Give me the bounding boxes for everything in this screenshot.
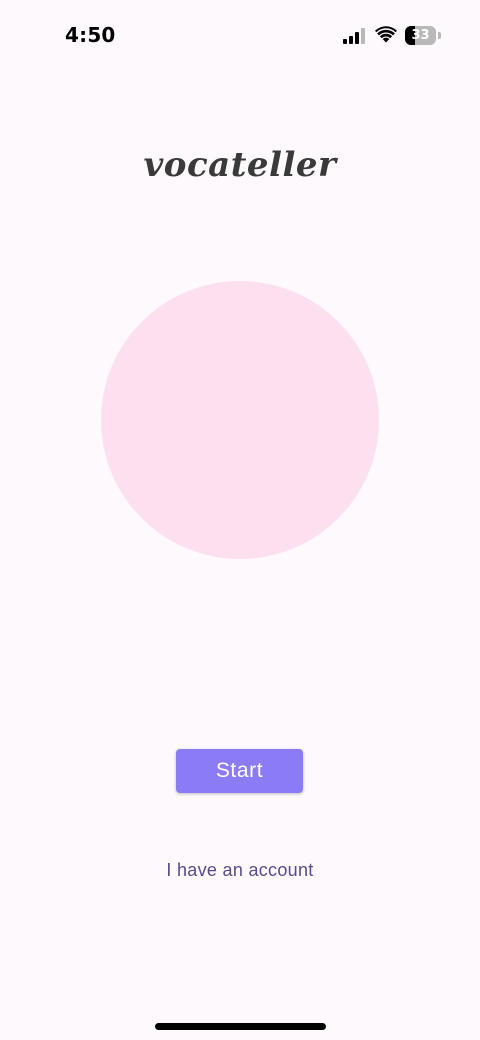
status-time: 4:50 — [65, 23, 116, 47]
wifi-icon — [375, 26, 397, 43]
have-account-link[interactable]: I have an account — [0, 860, 480, 881]
start-button[interactable]: Start — [176, 749, 303, 793]
battery-cap — [438, 32, 441, 39]
app-title: vocateller — [143, 145, 337, 185]
status-bar: 4:50 33 — [0, 0, 480, 60]
hero-circle — [101, 281, 379, 559]
signal-icon — [343, 28, 365, 44]
battery-icon: 33 — [405, 26, 442, 45]
battery-body: 33 — [405, 26, 436, 45]
home-indicator[interactable] — [155, 1023, 326, 1030]
battery-level-text: 33 — [411, 28, 430, 43]
